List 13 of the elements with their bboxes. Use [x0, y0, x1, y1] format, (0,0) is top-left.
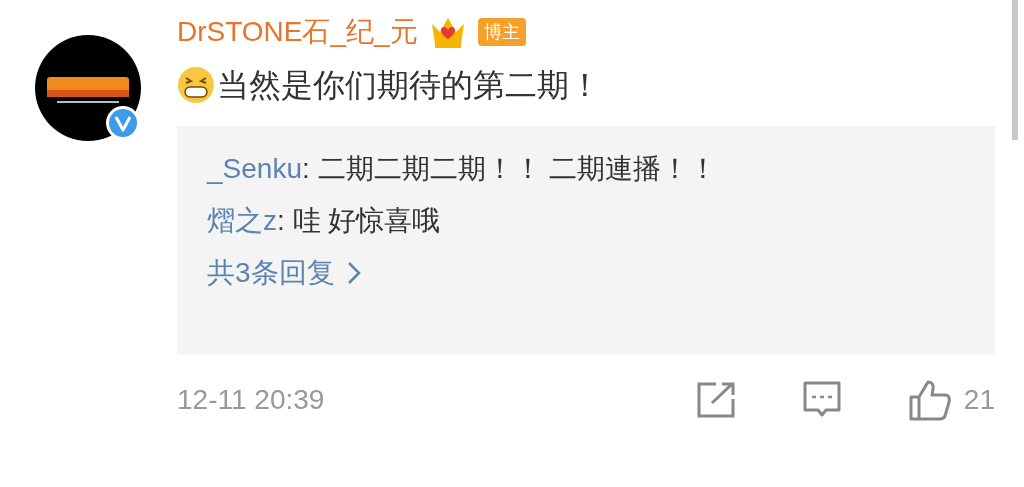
thumbs-up-icon[interactable]: [907, 378, 952, 422]
reply-text: 熠之z: 哇 好惊喜哦: [207, 204, 442, 238]
author-name[interactable]: DrSTONE石_纪_元: [177, 11, 418, 53]
comment-text: 当然是你们期待的第二期！: [217, 66, 601, 105]
timestamp: 12-11 20:39: [177, 383, 326, 417]
author-badge: 博主: [477, 18, 526, 46]
chevron-right-icon: [346, 261, 361, 285]
more-replies-link[interactable]: 共3条回复: [207, 255, 361, 291]
reply-text: _Senku: 二期二期二期！！ 二期連播！！: [207, 152, 719, 186]
grin-emoji-icon: [177, 66, 215, 104]
avatar[interactable]: [35, 35, 141, 141]
like-count: 21: [963, 383, 995, 417]
share-icon[interactable]: [695, 381, 736, 419]
